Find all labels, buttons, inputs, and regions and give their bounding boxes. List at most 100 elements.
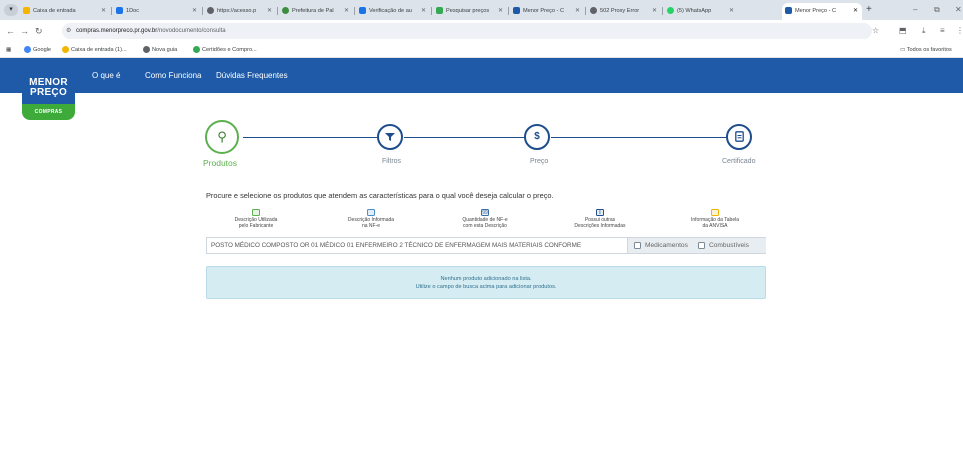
bookmark-item[interactable]: Nova guia [143,42,177,58]
close-tab-icon[interactable]: ✕ [192,3,197,20]
browser-tab[interactable]: Verificação de au ✕ [356,3,430,20]
nav-duvidas-frequentes[interactable]: Dúvidas Frequentes [216,58,288,93]
tab-title: Menor Preço - C [523,8,565,14]
nav-o-que-e[interactable]: O que é [92,58,120,93]
extensions-icon[interactable]: ⬒ [899,24,907,38]
legend-anvisa: Informação da Tabela da ANVISA [681,209,749,229]
browser-tab-bar: ▾ Caixa de entrada ✕ 1Doc ✕ https://acesso… [0,0,963,20]
legend-line: com esta Descrição [463,222,507,229]
close-tab-icon[interactable]: ✕ [729,3,734,20]
close-tab-icon[interactable]: ✕ [498,3,503,20]
bookmark-label: Certidões e Compro... [202,47,257,53]
step-produtos[interactable]: ⚲ [205,120,239,154]
tab-title: 1Doc [126,8,140,14]
new-tab-icon[interactable]: + [866,3,872,17]
empty-state-line-2: Utilize o campo de busca acima para adic… [415,284,557,290]
legend-fabricante: Descrição Utilizada pelo Fabricante [227,209,285,229]
empty-state-line-1: Nenhum produto adicionado na lista. [440,276,532,282]
instructions-text: Procure e selecione os produtos que aten… [206,191,554,200]
download-icon[interactable]: ⤓ [922,24,926,38]
bookmark-item[interactable]: Caixa de entrada (1)... [62,42,127,58]
tab-title: Verificação de au [369,8,412,14]
bookmark-label: Caixa de entrada (1)... [71,47,127,53]
blue-square-icon [367,209,375,216]
step-preco[interactable]: $ [524,124,550,150]
legend-nfe: Descrição Informada na NF-e [339,209,403,229]
tab-title: https://acesso.p [217,8,257,14]
product-search-input[interactable] [207,238,626,253]
browser-tab-active[interactable]: Menor Preço - C ✕ [782,3,862,20]
folder-icon: ▭ [900,47,907,53]
close-tab-icon[interactable]: ✕ [101,3,106,20]
close-tab-icon[interactable]: ✕ [421,3,426,20]
all-bookmarks-label: Todos os favoritos [906,47,952,53]
medicamentos-checkbox[interactable] [634,242,641,249]
browser-tab[interactable]: Prefeitura de Pal ✕ [279,3,353,20]
tab-title: Prefeitura de Pal [292,8,334,14]
tab-favicon-icon [785,6,792,14]
menor-preco-logo[interactable]: MENOR PREÇO COMPRAS [22,72,75,120]
combustiveis-checkbox[interactable] [698,242,705,249]
back-icon[interactable]: ← [6,24,15,38]
close-tab-icon[interactable]: ✕ [575,3,580,20]
apps-icon[interactable]: ▦ [6,42,11,58]
reload-icon[interactable]: ↻ [35,24,43,38]
tab-favicon-icon [359,6,366,14]
bookmark-label: Google [33,47,52,53]
all-bookmarks[interactable]: ▭ Todos os favoritos [900,42,952,58]
url-path: /novodocumento/consulta [157,28,226,34]
medicamentos-label[interactable]: Medicamentos [645,238,688,253]
tab-title: Caixa de entrada [33,8,76,14]
legend-quantidade: 99 Quantidade de NF-e com esta Descrição [455,209,515,229]
profile-icon[interactable]: ≡ [940,24,945,38]
legend-outras: i Possui outras Descrições Informadas [566,209,634,229]
browser-tab[interactable]: Pesquisar preços ✕ [433,3,507,20]
document-icon [734,131,744,142]
close-tab-icon[interactable]: ✕ [267,3,272,20]
restore-icon[interactable]: ⧉ [934,3,940,17]
tab-search-button[interactable]: ▾ [4,4,18,16]
legend-line: Descrições Informadas [574,222,626,229]
close-tab-icon[interactable]: ✕ [853,3,858,20]
step-label-preco: Preço [530,158,549,165]
globe-icon [143,45,150,53]
site-info-icon[interactable]: ⚙ [66,23,71,39]
forward-icon[interactable]: → [20,24,29,38]
bookmark-item[interactable]: Google [24,42,51,58]
address-bar[interactable]: ⚙ compras.menorpreco.pr.gov.br/novodocum… [62,23,872,39]
browser-tab[interactable]: https://acesso.p ✕ [204,3,276,20]
menu-icon[interactable]: ⋮ [956,24,963,38]
step-filtros[interactable] [377,124,403,150]
bookmark-item[interactable]: Certidões e Compro... [193,42,257,58]
tab-title: 502 Proxy Error [600,8,640,14]
tab-favicon-icon [23,6,30,14]
nav-como-funciona[interactable]: Como Funciona [145,58,201,93]
tab-favicon-icon [207,6,214,14]
leaf-icon [193,45,200,53]
combustiveis-label[interactable]: Combustíveis [709,238,749,253]
browser-tab[interactable]: Menor Preço - C ✕ [510,3,584,20]
dollar-icon: $ [534,131,540,142]
step-certificado[interactable] [726,124,752,150]
browser-tab[interactable]: Caixa de entrada ✕ [20,3,110,20]
browser-tab[interactable]: (5) WhatsApp ✕ [664,3,738,20]
bookmark-label: Nova guia [152,47,178,53]
green-square-icon [252,209,260,216]
step-connector [404,137,524,138]
tab-favicon-icon [282,6,289,14]
bookmark-star-icon[interactable]: ☆ [872,24,879,38]
google-icon [24,45,31,53]
search-icon: ⚲ [217,129,227,144]
empty-product-list-alert: Nenhum produto adicionado na lista. Util… [206,266,766,299]
close-window-icon[interactable]: ✕ [955,3,962,17]
close-tab-icon[interactable]: ✕ [652,3,657,20]
browser-tab[interactable]: 1Doc ✕ [113,3,201,20]
browser-tab[interactable]: 502 Proxy Error ✕ [587,3,661,20]
legend-line: da ANVISA [702,222,728,229]
logo-wordmark: MENOR PREÇO [22,72,75,104]
tab-separator [662,7,663,15]
tab-favicon-icon [513,6,520,14]
product-search-row: Medicamentos Combustíveis [206,237,766,254]
close-tab-icon[interactable]: ✕ [344,3,349,20]
minimize-icon[interactable]: – [913,3,917,17]
